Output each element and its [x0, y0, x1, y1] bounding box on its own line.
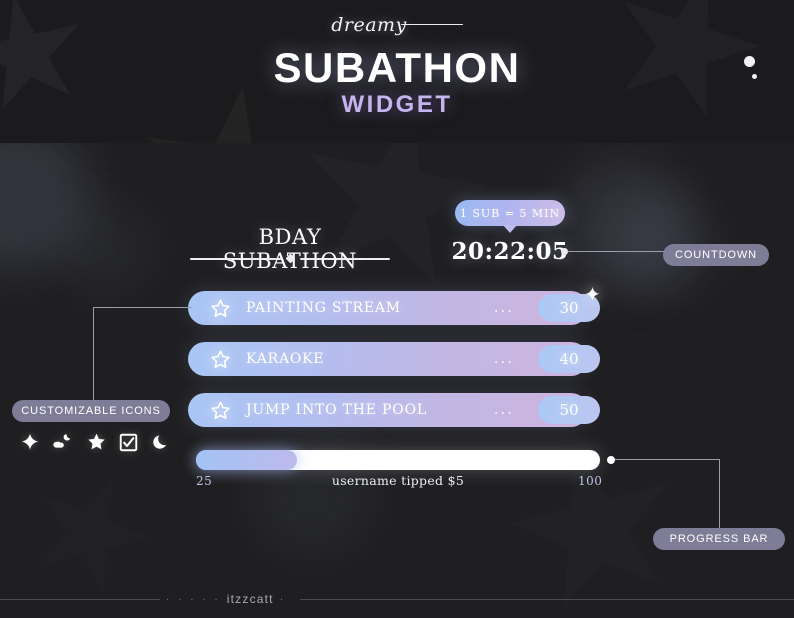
- goal-bar[interactable]: KARAOKE ... 40: [188, 342, 600, 376]
- goal-bar[interactable]: PAINTING STREAM ... 30: [188, 291, 600, 325]
- footer-dot-right: ·: [279, 593, 287, 605]
- divider-line-left: [190, 257, 281, 260]
- progress-status-text: username tipped $5: [331, 473, 465, 488]
- leader-line: [93, 307, 192, 308]
- progress-min-label: 25: [196, 474, 213, 488]
- leader-line: [719, 459, 720, 529]
- sparkle-icon[interactable]: [20, 432, 40, 452]
- checkbox-checked-icon[interactable]: [119, 433, 138, 452]
- divider-diamond-icon: [285, 253, 295, 264]
- annotation-progress-bar: PROGRESS BAR: [653, 528, 785, 550]
- goal-dots: ...: [493, 298, 514, 316]
- progress-bar-fill: [196, 450, 297, 470]
- leader-dot: [607, 456, 615, 464]
- goal-label: KARAOKE: [246, 351, 325, 367]
- annotation-countdown: COUNTDOWN: [663, 244, 769, 266]
- leader-dot: [561, 248, 568, 255]
- leader-line: [93, 307, 94, 401]
- progress-bar[interactable]: [196, 450, 600, 470]
- goal-amount: 50: [538, 396, 600, 424]
- screenshot-root: dreamy SUBATHON WIDGET BDAY SUBATHON 1 S…: [0, 0, 794, 618]
- countdown-timer: 20:22:05: [451, 238, 569, 265]
- divider-line-right: [299, 257, 390, 260]
- header-banner: dreamy SUBATHON WIDGET: [0, 0, 794, 143]
- page-title: SUBATHON: [273, 44, 521, 91]
- widget-title: BDAY SUBATHON: [223, 225, 357, 273]
- footer-line-left: [0, 598, 160, 600]
- icon-set-row: [20, 428, 170, 456]
- footer: · · · · · itzzcatt ·: [0, 580, 794, 618]
- footer-dots-left: · · · · ·: [166, 593, 221, 605]
- page-subtitle: WIDGET: [341, 91, 453, 118]
- script-swash-line: [400, 24, 463, 25]
- star-icon: [211, 299, 230, 317]
- sparkle-icon: [585, 286, 600, 301]
- goal-label: JUMP INTO THE POOL: [246, 402, 427, 418]
- footer-username: itzzcatt: [226, 592, 274, 606]
- moon-icon[interactable]: [150, 432, 169, 452]
- cloud-moon-icon[interactable]: [52, 432, 74, 452]
- goal-dots: ...: [493, 349, 514, 367]
- goal-label: PAINTING STREAM: [246, 300, 401, 316]
- star-icon[interactable]: [86, 432, 107, 452]
- header-script-word: dreamy: [0, 14, 794, 36]
- header-script-text: dreamy: [331, 14, 407, 36]
- goal-bar[interactable]: JUMP INTO THE POOL ... 50: [188, 393, 600, 427]
- leader-line: [615, 459, 720, 460]
- progress-max-label: 100: [578, 474, 603, 488]
- goal-dots: ...: [493, 400, 514, 418]
- title-divider: [190, 253, 390, 264]
- bokeh-light: [60, 203, 150, 293]
- annotation-customizable-icons: CUSTOMIZABLE ICONS: [12, 400, 170, 422]
- footer-line-right: [300, 598, 794, 600]
- goal-amount: 40: [538, 345, 600, 373]
- sub-rate-label: 1 SUB = 5 MIN: [459, 206, 561, 220]
- sub-rate-tooltip: 1 SUB = 5 MIN: [455, 200, 565, 233]
- star-icon: [211, 350, 230, 368]
- leader-line: [568, 251, 664, 252]
- star-icon: [211, 401, 230, 419]
